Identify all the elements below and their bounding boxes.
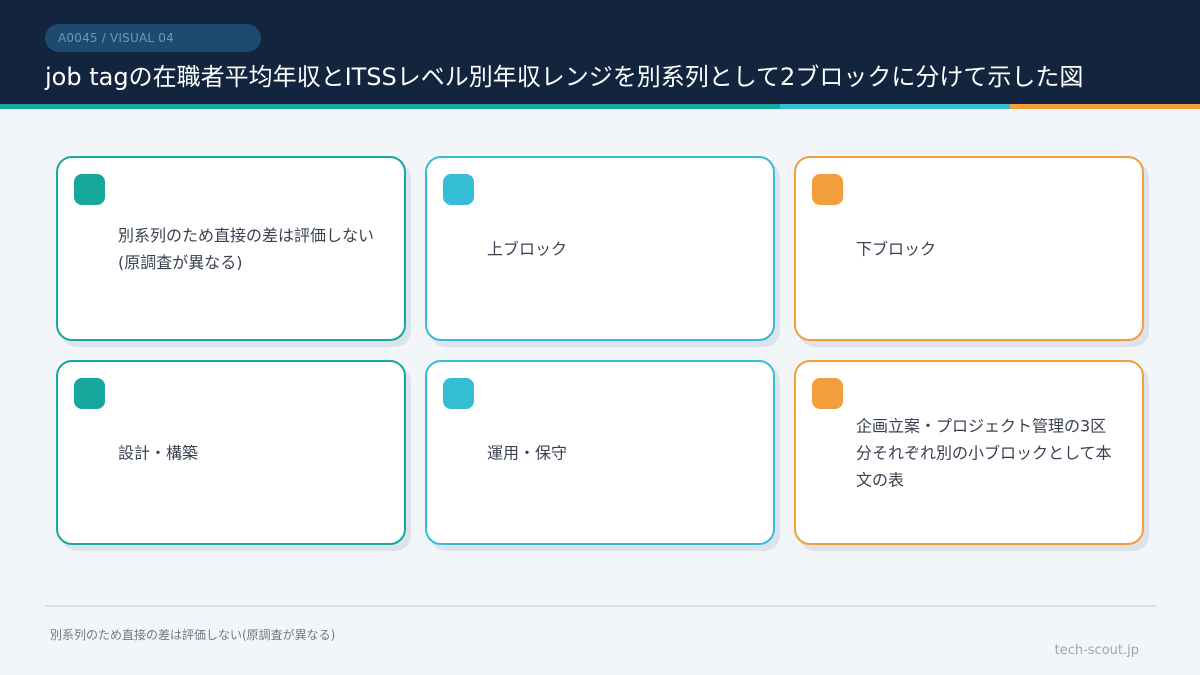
card-text: 企画立案・プロジェクト管理の3区分それぞれ別の小ブロックとして本文の表 bbox=[856, 416, 1112, 489]
footnote: 別系列のため直接の差は評価しない(原調査が異なる) bbox=[50, 628, 336, 642]
card-marker bbox=[443, 378, 474, 409]
card-upper-block: 上ブロック bbox=[425, 156, 775, 341]
card-planning: 企画立案・プロジェクト管理の3区分それぞれ別の小ブロックとして本文の表 bbox=[794, 360, 1144, 545]
card-lower-block: 下ブロック bbox=[794, 156, 1144, 341]
page-title: job tagの在職者平均年収とITSSレベル別年収レンジを別系列として2ブロッ… bbox=[45, 63, 1084, 91]
card-text: 運用・保守 bbox=[487, 443, 568, 462]
card-marker bbox=[74, 378, 105, 409]
brand-link[interactable]: tech-scout.jp bbox=[1055, 643, 1139, 658]
card-marker bbox=[812, 378, 843, 409]
accent-stripe-orange bbox=[1010, 104, 1200, 109]
footer-divider bbox=[45, 605, 1156, 607]
card-marker bbox=[443, 174, 474, 205]
visual-id-badge: A0045 / VISUAL 04 bbox=[45, 24, 261, 52]
card-marker bbox=[74, 174, 105, 205]
card-text: 下ブロック bbox=[856, 239, 937, 258]
card-operations: 運用・保守 bbox=[425, 360, 775, 545]
card-text: 別系列のため直接の差は評価しない(原調査が異なる) bbox=[118, 225, 375, 272]
header-bar: A0045 / VISUAL 04 job tagの在職者平均年収とITSSレベ… bbox=[0, 0, 1200, 108]
card-design-build: 設計・構築 bbox=[56, 360, 406, 545]
accent-stripe-teal bbox=[0, 104, 780, 109]
accent-stripe-cyan bbox=[780, 104, 1010, 109]
card-text: 設計・構築 bbox=[118, 443, 199, 462]
card-marker bbox=[812, 174, 843, 205]
card-text: 上ブロック bbox=[487, 239, 568, 258]
card-note: 別系列のため直接の差は評価しない(原調査が異なる) bbox=[56, 156, 406, 341]
